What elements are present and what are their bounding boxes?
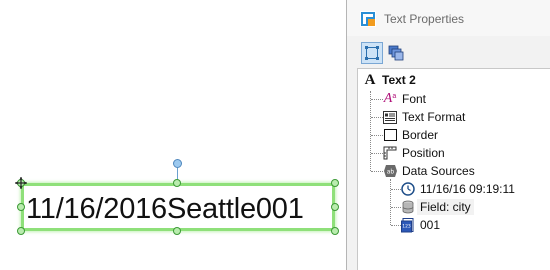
- text-properties-panel: Text Properties A Text 2 A a Font Text F…: [346, 0, 550, 270]
- database-icon: [400, 199, 416, 215]
- text-format-icon: [382, 109, 398, 125]
- panel-titlebar[interactable]: Text Properties: [347, 0, 550, 36]
- design-canvas[interactable]: 11/16/2016Seattle001: [0, 0, 346, 270]
- data-source-label: Field: city: [417, 199, 474, 215]
- tree-root-text-object[interactable]: A Text 2: [362, 71, 416, 89]
- data-source-label: 001: [420, 218, 441, 232]
- resize-handle-top[interactable]: [173, 179, 181, 187]
- border-icon: [382, 127, 398, 143]
- properties-tree: A Text 2 Aa Font Text Format Border Posi…: [357, 68, 550, 270]
- data-source-label: 11/16/16 09:19:11: [420, 182, 515, 196]
- tree-item-label: Font: [402, 92, 427, 106]
- anchor-point-icon[interactable]: [15, 177, 27, 189]
- object-layout-icon: [365, 46, 379, 60]
- object-layout-button[interactable]: [361, 42, 383, 64]
- svg-text:123: 123: [402, 223, 411, 229]
- svg-text:ab: ab: [386, 169, 394, 176]
- selected-text-object[interactable]: 11/16/2016Seattle001: [21, 183, 335, 231]
- tree-item-label: Border: [402, 128, 439, 142]
- tree-item-text-format[interactable]: Text Format: [382, 108, 465, 126]
- serial-number-icon: 123: [400, 217, 416, 233]
- app-logo-icon: [360, 11, 376, 27]
- tree-item-label: Text Format: [402, 110, 466, 124]
- resize-handle-bottom-right[interactable]: [331, 227, 339, 235]
- layers-icon: [388, 45, 404, 61]
- font-icon: Aa: [383, 91, 397, 106]
- resize-handle-right[interactable]: [331, 203, 339, 211]
- clock-icon: [400, 181, 416, 197]
- panel-toolbar: [357, 42, 550, 68]
- tree-connector: [390, 179, 391, 225]
- resize-handle-bottom[interactable]: [173, 227, 181, 235]
- tree-item-font[interactable]: Aa Font: [382, 90, 426, 108]
- panel-title: Text Properties: [384, 12, 465, 26]
- tree-item-border[interactable]: Border: [382, 126, 438, 144]
- tree-item-label: Position: [402, 146, 445, 160]
- tree-item-position[interactable]: Position: [382, 144, 445, 162]
- resize-handle-left[interactable]: [17, 203, 25, 211]
- rotation-handle[interactable]: [173, 159, 182, 168]
- data-sources-icon: ab: [382, 163, 398, 179]
- data-source-date[interactable]: 11/16/16 09:19:11: [400, 180, 515, 198]
- tree-item-data-sources[interactable]: ab Data Sources: [382, 162, 475, 180]
- text-object-value: 11/16/2016Seattle001: [26, 193, 304, 225]
- tree-root-label: Text 2: [382, 73, 416, 87]
- text-object-icon: A: [364, 71, 376, 88]
- tree-item-label: Data Sources: [402, 164, 475, 178]
- resize-handle-bottom-left[interactable]: [17, 227, 25, 235]
- data-source-field[interactable]: Field: city: [400, 198, 474, 216]
- position-ruler-icon: [382, 145, 398, 161]
- tree-connector: [370, 91, 371, 171]
- data-source-serial[interactable]: 123 001: [400, 216, 440, 234]
- layers-button[interactable]: [385, 42, 407, 64]
- resize-handle-top-right[interactable]: [331, 179, 339, 187]
